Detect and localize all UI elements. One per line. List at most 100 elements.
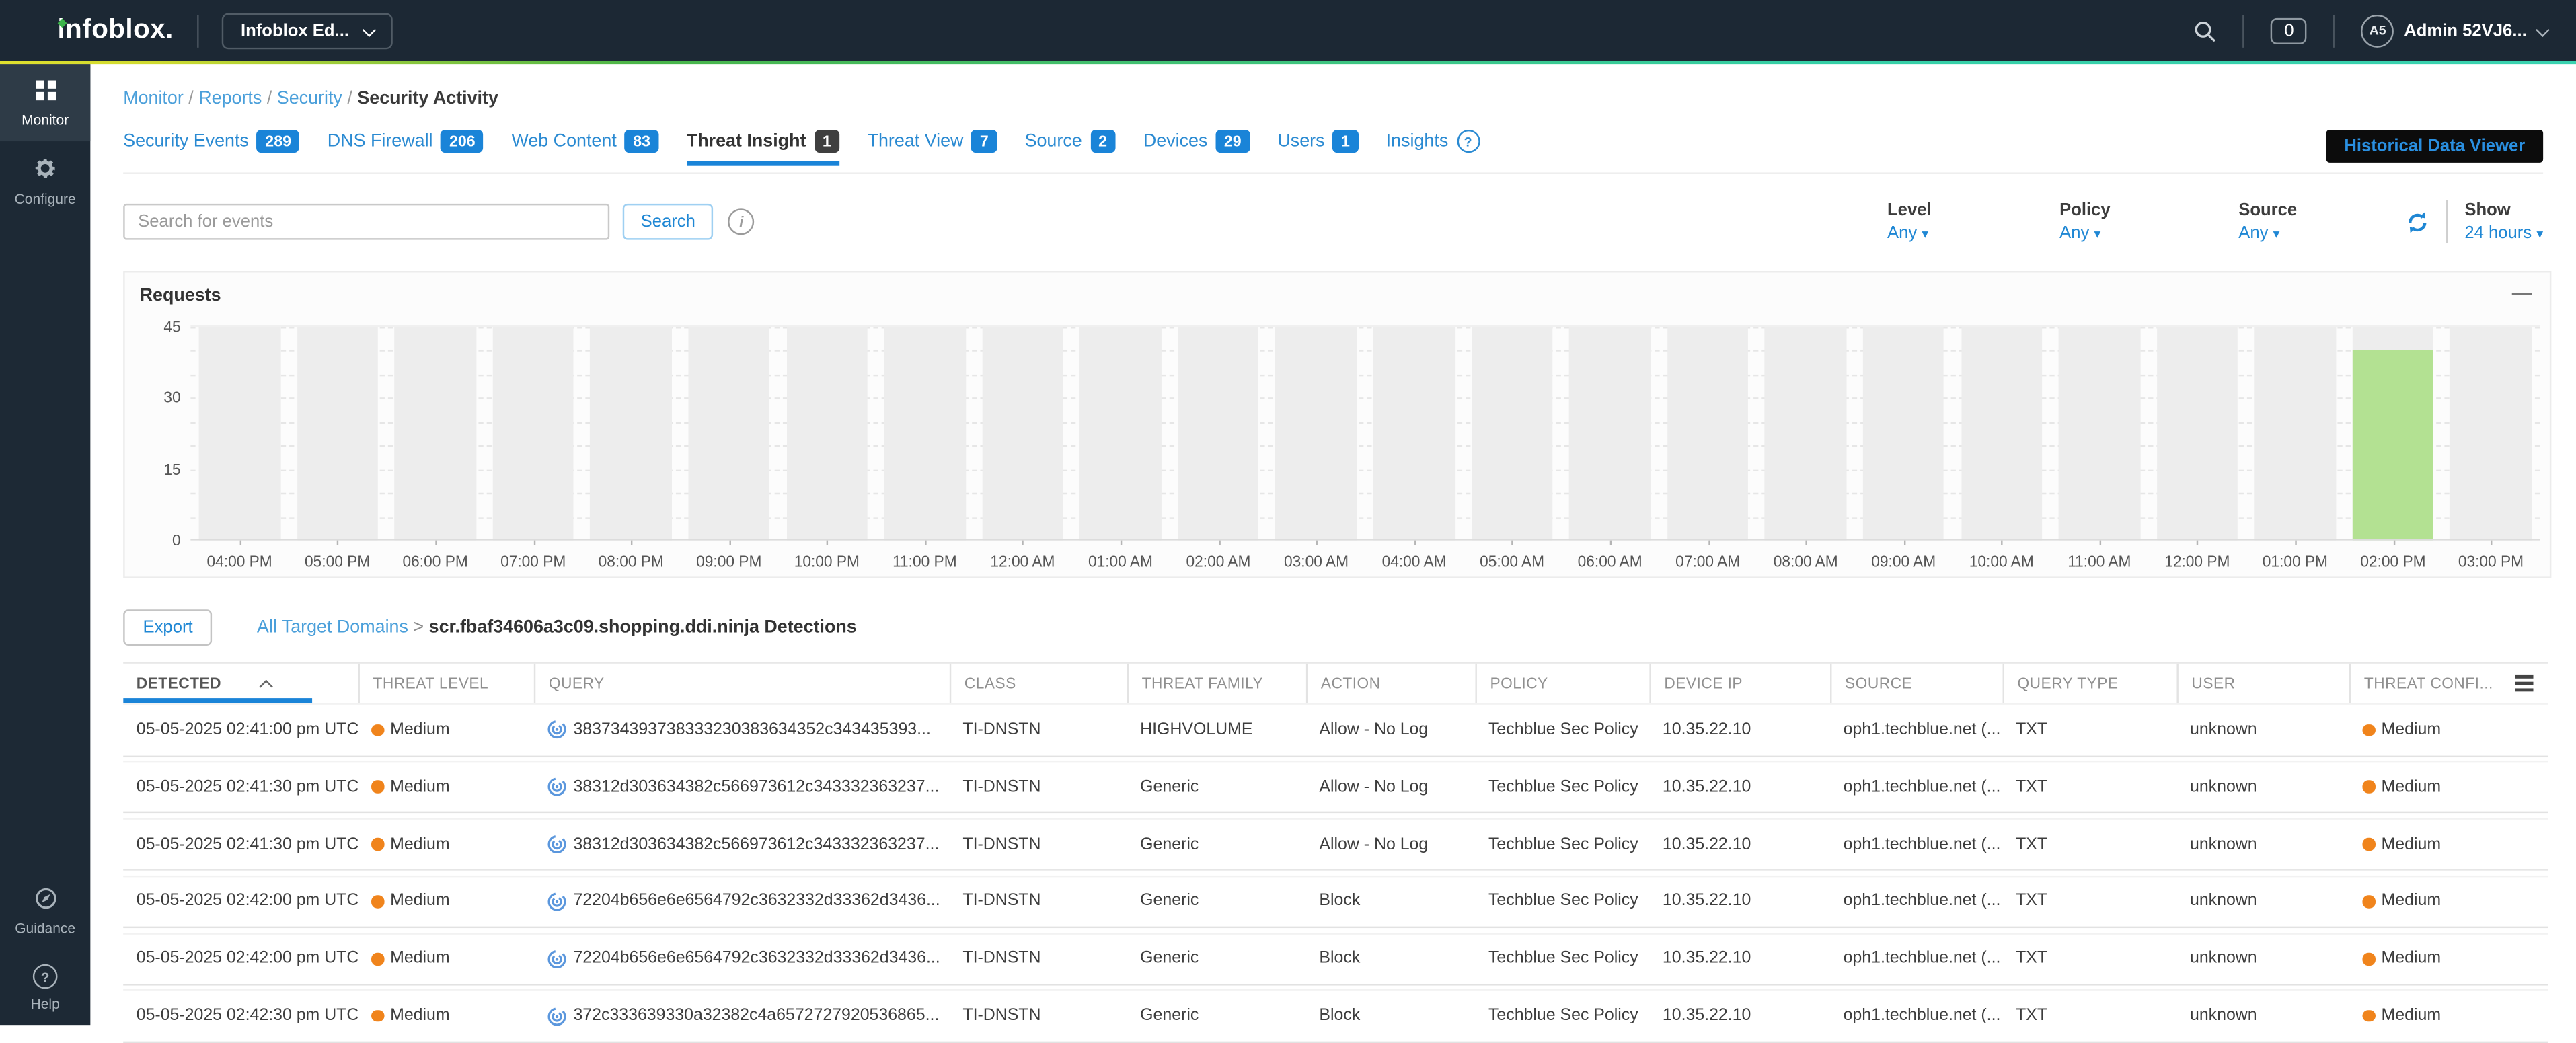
tab-users[interactable]: Users1 (1277, 130, 1358, 166)
policy-filter: Policy Any ▾ (2059, 200, 2111, 243)
cell-class: TI-DNSTN (950, 721, 1127, 739)
threat-level-dot (371, 896, 383, 908)
table-row[interactable]: 05-05-2025 02:42:00 pm UTCMedium72204b65… (123, 875, 2548, 928)
cell-source: oph1.techblue.net (... (1830, 892, 2002, 911)
tab-label: DNS Firewall (328, 131, 433, 151)
x-tick (2002, 541, 2003, 545)
search-input[interactable] (123, 204, 609, 240)
sidebar-item-guidance[interactable]: Guidance (0, 872, 90, 950)
grid-icon (34, 79, 56, 105)
cell-source: oph1.techblue.net (... (1830, 950, 2002, 968)
search-button[interactable]: Search (623, 204, 714, 240)
table-row[interactable]: 05-05-2025 02:42:00 pm UTCMedium72204b65… (123, 932, 2548, 985)
column-header-query_type[interactable]: QUERY TYPE (2003, 664, 2177, 703)
user-menu[interactable]: A5 Admin 52VJ6... (2361, 14, 2546, 47)
column-header-action[interactable]: ACTION (1306, 664, 1476, 703)
tab-security-events[interactable]: Security Events289 (123, 130, 299, 166)
show-filter-label: Show (2464, 200, 2543, 220)
cell-device_ip: 10.35.22.10 (1649, 835, 1830, 853)
show-filter-dropdown[interactable]: 24 hours ▾ (2464, 223, 2543, 243)
y-axis-label: 45 (138, 319, 181, 335)
table-row[interactable]: 05-05-2025 02:42:30 pm UTCMedium372c3336… (123, 990, 2548, 1043)
search-icon[interactable] (2194, 19, 2217, 42)
threat-level-dot (2362, 781, 2374, 793)
all-target-domains-link[interactable]: All Target Domains (257, 617, 408, 637)
refresh-icon[interactable] (2405, 209, 2430, 234)
column-header-query[interactable]: QUERY (534, 664, 950, 703)
sidebar-item-configure[interactable]: Configure (0, 141, 90, 220)
column-header-level[interactable]: THREAT LEVEL (358, 664, 533, 703)
x-axis-label: 06:00 PM (386, 553, 485, 570)
table-row[interactable]: 05-05-2025 02:41:30 pm UTCMedium38312d30… (123, 761, 2548, 814)
cell-detected: 05-05-2025 02:41:30 pm UTC (123, 835, 358, 853)
screen: infoblox. Infoblox Ed... 0 A5 Admin 52VJ… (0, 0, 2576, 1025)
tab-label: Threat Insight (687, 131, 806, 151)
policy-filter-dropdown[interactable]: Any ▾ (2059, 223, 2111, 243)
sidebar-item-help[interactable]: ? Help (0, 950, 90, 1025)
cell-family: Generic (1127, 1007, 1306, 1026)
table-row[interactable]: 05-05-2025 02:41:30 pm UTCMedium38312d30… (123, 818, 2548, 871)
cell-action: Block (1306, 1007, 1476, 1026)
tab-devices[interactable]: Devices29 (1143, 130, 1250, 166)
detections-breadcrumb-current: scr.fbaf34606a3c09.shopping.ddi.ninja De… (429, 617, 857, 637)
tab-source[interactable]: Source2 (1025, 130, 1116, 166)
cell-query_type: TXT (2003, 721, 2177, 739)
hour-band (1667, 327, 1749, 541)
breadcrumb-current: Security Activity (357, 89, 498, 108)
sidebar-item-monitor[interactable]: Monitor (0, 64, 90, 141)
cell-family: HIGHVOLUME (1127, 721, 1306, 739)
breadcrumb-link-monitor[interactable]: Monitor (123, 89, 184, 108)
export-button[interactable]: Export (123, 609, 213, 646)
cell-policy: Techblue Sec Policy (1475, 1007, 1649, 1026)
tab-threat-insight[interactable]: Threat Insight1 (687, 130, 839, 166)
breadcrumb-link-reports[interactable]: Reports (198, 89, 262, 108)
cell-family: Generic (1127, 835, 1306, 853)
info-icon[interactable]: i (728, 208, 755, 235)
hour-band (1863, 327, 1944, 541)
column-settings-icon[interactable] (2501, 664, 2548, 703)
tab-web-content[interactable]: Web Content83 (511, 130, 658, 166)
x-tick (1512, 541, 1513, 545)
tab-dns-firewall[interactable]: DNS Firewall206 (328, 130, 484, 166)
cell-source: oph1.techblue.net (... (1830, 721, 2002, 739)
column-header-device_ip[interactable]: DEVICE IP (1649, 664, 1830, 703)
source-filter-label: Source (2238, 200, 2297, 220)
breadcrumb-separator: / (188, 89, 198, 108)
notification-counter[interactable]: 0 (2271, 17, 2307, 44)
chart-title: Requests (140, 286, 221, 305)
collapse-icon[interactable]: — (2512, 281, 2532, 304)
source-filter: Source Any ▾ (2238, 200, 2297, 243)
hour-band (1765, 327, 1846, 541)
cell-query_type: TXT (2003, 892, 2177, 911)
column-header-source[interactable]: SOURCE (1830, 664, 2002, 703)
column-header-detected[interactable]: DETECTED (123, 664, 358, 703)
x-tick (1316, 541, 1318, 545)
tab-insights[interactable]: Insights? (1386, 130, 1480, 166)
tab-threat-view[interactable]: Threat View7 (868, 130, 997, 166)
chevron-down-icon (363, 22, 377, 36)
column-header-confidence[interactable]: THREAT CONFI... (2349, 664, 2501, 703)
hour-band (2059, 327, 2140, 541)
detections-toolbar: Export All Target Domains > scr.fbaf3460… (123, 609, 2543, 646)
cell-user: unknown (2176, 778, 2349, 796)
column-header-class[interactable]: CLASS (950, 664, 1127, 703)
app-switcher-dropdown[interactable]: Infoblox Ed... (221, 12, 393, 48)
app-switcher-label: Infoblox Ed... (241, 21, 349, 40)
cell-policy: Techblue Sec Policy (1475, 835, 1649, 853)
cell-action: Block (1306, 950, 1476, 968)
x-axis-label: 01:00 AM (1071, 553, 1170, 570)
x-axis-label: 12:00 PM (2148, 553, 2247, 570)
table-row[interactable]: 05-05-2025 02:41:00 pm UTCMedium38373439… (123, 703, 2548, 756)
column-header-family[interactable]: THREAT FAMILY (1127, 664, 1306, 703)
column-header-policy[interactable]: POLICY (1475, 664, 1649, 703)
column-header-user[interactable]: USER (2176, 664, 2349, 703)
breadcrumb-link-security[interactable]: Security (277, 89, 342, 108)
level-filter-dropdown[interactable]: Any ▾ (1887, 223, 1932, 243)
hour-band (1275, 327, 1357, 541)
help-icon[interactable]: ? (1457, 130, 1480, 153)
historical-data-viewer-button[interactable]: Historical Data Viewer (2326, 130, 2543, 163)
hour-band (1472, 327, 1553, 541)
column-header-label: THREAT CONFI... (2364, 675, 2493, 691)
bar-02:00 PM[interactable] (2352, 350, 2433, 540)
source-filter-dropdown[interactable]: Any ▾ (2238, 223, 2297, 243)
